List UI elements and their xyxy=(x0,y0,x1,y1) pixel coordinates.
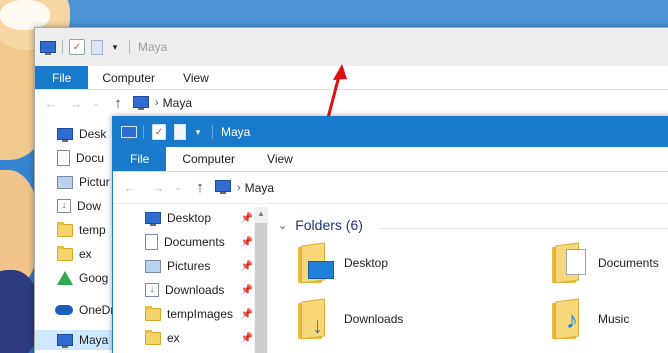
nav-item-desktop[interactable]: Desktop 📌 xyxy=(145,207,253,229)
up-arrow-icon[interactable]: ↑ xyxy=(109,95,127,112)
documents-icon xyxy=(57,150,70,166)
nav-item-pictures[interactable]: Pictures 📌 xyxy=(145,255,253,277)
pin-icon[interactable]: 📌 xyxy=(241,237,253,248)
pin-icon[interactable]: 📌 xyxy=(241,309,253,320)
window-title: Maya xyxy=(221,125,251,139)
music-folder-icon: ♪ xyxy=(552,298,590,340)
new-folder-icon[interactable] xyxy=(174,124,186,140)
nav-item-google-drive[interactable]: Goog xyxy=(57,268,108,288)
properties-icon[interactable]: ✓ xyxy=(69,39,85,55)
folder-tile-music[interactable]: ♪ Music xyxy=(552,298,629,340)
folder-icon xyxy=(145,329,161,345)
title-bar[interactable]: ✓ ▾ Maya xyxy=(113,117,668,147)
folder-icon xyxy=(57,221,73,237)
back-arrow-icon[interactable]: ← xyxy=(42,96,60,111)
nav-item-documents[interactable]: Docu xyxy=(57,148,104,168)
properties-icon[interactable]: ✓ xyxy=(152,124,166,140)
nav-item-downloads[interactable]: ↓ Downloads 📌 xyxy=(145,279,253,301)
folder-tile-documents[interactable]: Documents xyxy=(552,242,659,284)
tab-file[interactable]: File xyxy=(113,147,167,171)
tab-computer[interactable]: Computer xyxy=(88,66,169,89)
pin-icon[interactable]: 📌 xyxy=(241,333,253,344)
folder-icon xyxy=(57,245,73,261)
nav-item-ex[interactable]: ex xyxy=(57,244,92,264)
pin-icon[interactable]: 📌 xyxy=(241,213,253,224)
pictures-icon xyxy=(145,259,161,273)
nav-item-ex[interactable]: ex 📌 xyxy=(145,327,253,349)
nav-item-pictures[interactable]: Pictur xyxy=(57,172,110,192)
nav-item-tempimages[interactable]: temp xyxy=(57,220,106,240)
google-drive-icon xyxy=(57,271,73,285)
ribbon-tabs: File Computer View xyxy=(113,147,668,172)
scroll-thumb[interactable] xyxy=(255,223,267,353)
collapse-chevron-icon[interactable]: ⌄ xyxy=(278,219,287,232)
onedrive-icon xyxy=(55,305,73,315)
forward-arrow-icon[interactable]: → xyxy=(67,96,85,111)
address-bar: ← → ⌄ ↑ › Maya xyxy=(113,172,668,204)
navigation-pane: Desktop 📌 Documents 📌 Pictures 📌 ↓ Downloads… xyxy=(113,205,270,353)
breadcrumb-maya[interactable]: Maya xyxy=(163,96,192,110)
nav-item-desktop[interactable]: Desk xyxy=(57,124,106,144)
tab-view[interactable]: View xyxy=(169,66,223,89)
content-pane: ⌄ Folders (6) Desktop Documents ↓ Downlo… xyxy=(270,205,668,353)
computer-icon xyxy=(133,95,149,111)
customize-qat-icon[interactable]: ▾ xyxy=(190,125,206,139)
documents-folder-icon xyxy=(552,242,590,284)
forward-arrow-icon[interactable]: → xyxy=(149,180,167,195)
customize-qat-icon[interactable]: ▾ xyxy=(107,40,123,54)
downloads-folder-icon: ↓ xyxy=(298,298,336,340)
nav-scrollbar[interactable]: ▲ xyxy=(254,207,268,353)
recent-chevron-icon[interactable]: ⌄ xyxy=(169,182,187,193)
nav-item-downloads[interactable]: ↓ Dow xyxy=(57,196,101,216)
pictures-icon xyxy=(57,175,73,189)
pin-icon[interactable]: 📌 xyxy=(241,285,253,296)
scroll-up-icon[interactable]: ▲ xyxy=(254,207,268,221)
desktop-icon xyxy=(57,128,73,142)
computer-icon xyxy=(215,180,231,195)
red-arrow-annotation xyxy=(326,64,347,119)
breadcrumb-maya[interactable]: Maya xyxy=(245,181,274,195)
group-header-folders[interactable]: ⌄ Folders (6) xyxy=(278,217,363,233)
navigation-pane: Desk Docu Pictur ↓ Dow temp ex Goog OneDr… xyxy=(35,116,115,353)
explorer-window-front[interactable]: ✓ ▾ Maya File Computer View ← → ⌄ ↑ › Ma… xyxy=(112,116,668,353)
recent-chevron-icon[interactable]: ⌄ xyxy=(87,98,105,109)
folder-tile-downloads[interactable]: ↓ Downloads xyxy=(298,298,403,340)
nav-item-onedrive[interactable]: OneDr xyxy=(55,300,114,320)
up-arrow-icon[interactable]: ↑ xyxy=(191,179,209,196)
group-divider xyxy=(380,228,668,229)
window-title: Maya xyxy=(138,40,168,54)
tab-file[interactable]: File xyxy=(35,66,89,89)
nav-item-documents[interactable]: Documents 📌 xyxy=(145,231,253,253)
pin-icon[interactable]: 📌 xyxy=(241,261,253,272)
nav-item-tempimages[interactable]: tempImages 📌 xyxy=(145,303,253,325)
new-folder-icon[interactable] xyxy=(91,39,103,55)
documents-icon xyxy=(145,234,158,250)
breadcrumb-chevron-icon: › xyxy=(155,97,159,109)
computer-icon xyxy=(121,125,137,140)
desktop-folder-icon xyxy=(298,242,336,284)
nav-item-maya[interactable]: Maya xyxy=(35,330,113,350)
back-arrow-icon[interactable]: ← xyxy=(121,180,139,195)
computer-icon xyxy=(40,40,56,55)
folder-tile-desktop[interactable]: Desktop xyxy=(298,242,388,284)
desktop-icon xyxy=(145,212,161,226)
breadcrumb-chevron-icon: › xyxy=(237,181,241,194)
tab-view[interactable]: View xyxy=(251,147,309,171)
folder-icon xyxy=(145,305,161,321)
downloads-icon: ↓ xyxy=(145,283,159,297)
title-bar[interactable]: ✓ ▾ Maya xyxy=(35,28,668,66)
computer-icon xyxy=(57,334,73,348)
downloads-icon: ↓ xyxy=(57,199,71,213)
tab-computer[interactable]: Computer xyxy=(166,147,251,171)
